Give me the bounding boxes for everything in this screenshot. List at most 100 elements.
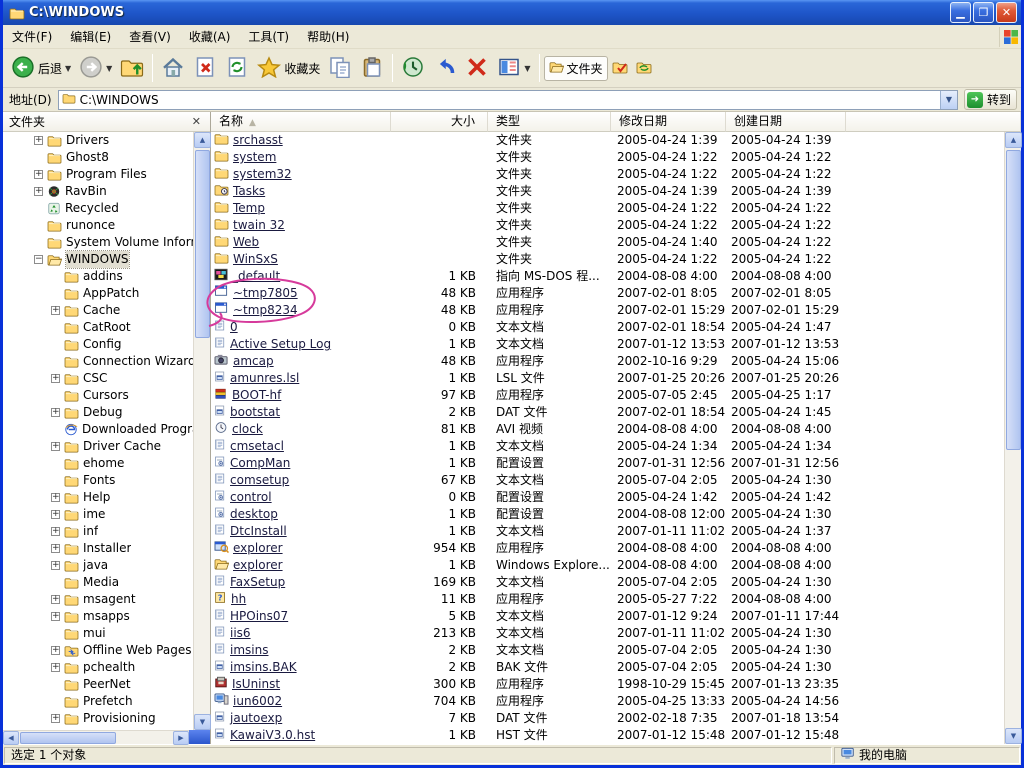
tree-item-java[interactable]: + java [3, 557, 193, 574]
file-name[interactable]: _default [232, 268, 280, 285]
tree-item-label[interactable]: Program Files [66, 166, 147, 183]
file-name[interactable]: amunres.lsl [230, 370, 299, 387]
file-row-tmp8234[interactable]: ~tmp8234 48 KB 应用程序 2007-02-01 15:29 200… [211, 302, 1004, 319]
tree-item-label[interactable]: Help [83, 489, 110, 506]
file-name[interactable]: twain 32 [233, 217, 285, 234]
go-button[interactable]: ➜ 转到 [964, 89, 1017, 110]
file-row-temp[interactable]: Temp 文件夹 2005-04-24 1:22 2005-04-24 1:22 [211, 200, 1004, 217]
file-name[interactable]: system [233, 149, 276, 166]
tree-item-label[interactable]: PeerNet [83, 676, 131, 693]
file-name[interactable]: imsins [230, 642, 268, 659]
file-name[interactable]: control [230, 489, 272, 506]
file-row-tmp7805[interactable]: ~tmp7805 48 KB 应用程序 2007-02-01 8:05 2007… [211, 285, 1004, 302]
tree-item-program-files[interactable]: + Program Files [3, 166, 193, 183]
tree-item-label[interactable]: Downloaded Progra [82, 421, 193, 438]
expand-icon[interactable]: + [51, 595, 60, 604]
file-name[interactable]: imsins.BAK [230, 659, 297, 676]
file-row-jautoexp[interactable]: jautoexp 7 KB DAT 文件 2002-02-18 7:35 200… [211, 710, 1004, 727]
expand-icon[interactable]: + [34, 170, 43, 179]
file-row-default[interactable]: _default 1 KB 指向 MS-DOS 程... 2004-08-08 … [211, 268, 1004, 285]
tree-item-label[interactable]: AppPatch [83, 285, 139, 302]
delete-button[interactable] [461, 53, 493, 84]
tree-item-label[interactable]: CatRoot [83, 319, 131, 336]
tree-item-cache[interactable]: + Cache [3, 302, 193, 319]
file-row-hpoins07[interactable]: HPOins07 5 KB 文本文档 2007-01-12 9:24 2007-… [211, 608, 1004, 625]
file-row-imsins-bak[interactable]: imsins.BAK 2 KB BAK 文件 2005-07-04 2:05 2… [211, 659, 1004, 676]
file-name[interactable]: iis6 [230, 625, 251, 642]
tree-vertical-scrollbar[interactable]: ▲ ▼ [193, 132, 210, 730]
file-name[interactable]: explorer [233, 540, 283, 557]
chevron-down-icon[interactable]: ▼ [106, 64, 112, 73]
tree-item-label[interactable]: pchealth [83, 659, 135, 676]
tree-item-label[interactable]: Debug [83, 404, 122, 421]
tree-item-prefetch[interactable]: Prefetch [3, 693, 193, 710]
menu-item-help[interactable]: 帮助(H) [298, 25, 358, 48]
file-name[interactable]: 0 [230, 319, 238, 336]
file-row-desktop[interactable]: desktop 1 KB 配置设置 2004-08-08 12:00 2005-… [211, 506, 1004, 523]
close-button[interactable]: ✕ [996, 2, 1017, 23]
tree-item-config[interactable]: Config [3, 336, 193, 353]
tree-item-label[interactable]: Prefetch [83, 693, 133, 710]
tree-item-label[interactable]: Cache [83, 302, 120, 319]
tree-item-ravbin[interactable]: + RavBin [3, 183, 193, 200]
file-row-kawaiv3-0-hst[interactable]: KawaiV3.0.hst 1 KB HST 文件 2007-01-12 15:… [211, 727, 1004, 744]
title-bar[interactable]: C:\WINDOWS ▁ ❐ ✕ [3, 0, 1021, 25]
file-row-bootstat[interactable]: bootstat 2 KB DAT 文件 2007-02-01 18:54 20… [211, 404, 1004, 421]
menu-item-edit[interactable]: 编辑(E) [61, 25, 120, 48]
tree-item-downloaded-progra[interactable]: Downloaded Progra [3, 421, 193, 438]
file-row-clock[interactable]: clock 81 KB AVI 视频 2004-08-08 4:00 2004-… [211, 421, 1004, 438]
folder-sync-button[interactable] [632, 57, 656, 80]
file-row-iis6[interactable]: iis6 213 KB 文本文档 2007-01-11 11:02 2005-0… [211, 625, 1004, 642]
file-name[interactable]: FaxSetup [230, 574, 285, 591]
file-row-isuninst[interactable]: IsUninst 300 KB 应用程序 1998-10-29 15:45 20… [211, 676, 1004, 693]
tree-item-label[interactable]: msapps [83, 608, 130, 625]
file-name[interactable]: Web [233, 234, 259, 251]
history-button[interactable] [397, 53, 429, 84]
file-row-explorer[interactable]: explorer 1 KB Windows Explore... 2004-08… [211, 557, 1004, 574]
expand-icon[interactable]: + [51, 714, 60, 723]
tree-item-addins[interactable]: addins [3, 268, 193, 285]
tree-item-label[interactable]: java [83, 557, 108, 574]
tree-item-label[interactable]: Offline Web Pages [83, 642, 191, 659]
expand-icon[interactable]: + [34, 136, 43, 145]
file-row-tasks[interactable]: Tasks 文件夹 2005-04-24 1:39 2005-04-24 1:3… [211, 183, 1004, 200]
tree-item-label[interactable]: Ghost8 [66, 149, 109, 166]
tree-item-label[interactable]: Provisioning [83, 710, 156, 727]
tree-item-label[interactable]: addins [83, 268, 123, 285]
tree-item-msapps[interactable]: + msapps [3, 608, 193, 625]
tree-item-media[interactable]: Media [3, 574, 193, 591]
tree-item-installer[interactable]: + Installer [3, 540, 193, 557]
column-header-size[interactable]: 大小 [391, 112, 488, 132]
tree-hscroll-thumb[interactable] [20, 732, 116, 744]
tree-item-label[interactable]: Drivers [66, 132, 109, 149]
tree-item-label[interactable]: Installer [83, 540, 131, 557]
paste-button[interactable] [356, 53, 388, 84]
tree-item-inf[interactable]: + inf [3, 523, 193, 540]
up-button[interactable] [116, 53, 148, 84]
tree-item-system-volume-inform[interactable]: System Volume Inform [3, 234, 193, 251]
tree-item-peernet[interactable]: PeerNet [3, 676, 193, 693]
file-row-hh[interactable]: ?hh 11 KB 应用程序 2005-05-27 7:22 2004-08-0… [211, 591, 1004, 608]
tree-item-label[interactable]: ime [83, 506, 105, 523]
tree-item-label[interactable]: Media [83, 574, 119, 591]
tree-item-label[interactable]: Driver Cache [83, 438, 161, 455]
menu-item-file[interactable]: 文件(F) [3, 25, 61, 48]
expand-icon[interactable]: + [51, 510, 60, 519]
tree-item-csc[interactable]: + CSC [3, 370, 193, 387]
menu-item-tools[interactable]: 工具(T) [239, 25, 298, 48]
tree-item-label[interactable]: ehome [83, 455, 124, 472]
file-name[interactable]: ~tmp7805 [233, 285, 298, 302]
home-button[interactable] [157, 53, 189, 84]
expand-icon[interactable]: + [51, 374, 60, 383]
file-name[interactable]: Tasks [233, 183, 265, 200]
file-name[interactable]: bootstat [230, 404, 280, 421]
expand-icon[interactable]: + [51, 663, 60, 672]
file-row-srchasst[interactable]: srchasst 文件夹 2005-04-24 1:39 2005-04-24 … [211, 132, 1004, 149]
tree-item-label[interactable]: Connection Wizard [83, 353, 193, 370]
tree-item-label[interactable]: WINDOWS [66, 251, 129, 268]
copy-button[interactable] [324, 53, 356, 84]
tree-item-label[interactable]: runonce [66, 217, 115, 234]
tree-item-catroot[interactable]: CatRoot [3, 319, 193, 336]
file-row-faxsetup[interactable]: FaxSetup 169 KB 文本文档 2005-07-04 2:05 200… [211, 574, 1004, 591]
tree-item-label[interactable]: RavBin [65, 183, 107, 200]
